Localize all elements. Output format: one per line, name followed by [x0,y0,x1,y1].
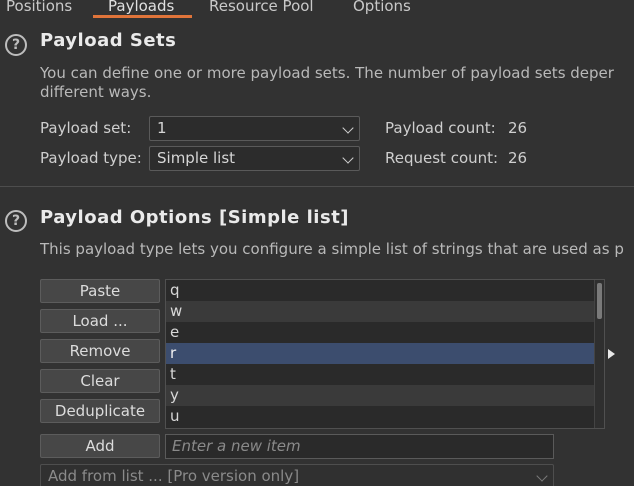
clear-button[interactable]: Clear [40,369,160,393]
payload-sets-description-line2: different ways. [40,83,152,101]
payload-options-title: Payload Options [Simple list] [40,207,350,228]
payload-type-label: Payload type: [40,149,142,167]
load-button[interactable]: Load ... [40,309,160,333]
scrollbar-thumb[interactable] [597,283,602,319]
payload-count-label: Payload count: [385,119,496,137]
payload-list[interactable]: q w e r t y u [165,279,605,429]
payload-options-description: This payload type lets you configure a s… [40,240,624,258]
paste-button[interactable]: Paste [40,279,160,303]
list-item[interactable]: e [166,322,595,343]
active-tab-indicator [93,15,192,18]
list-item[interactable]: t [166,364,595,385]
payload-sets-title: Payload Sets [40,30,177,51]
list-item-selected[interactable]: r [166,343,595,364]
request-count-value: 26 [508,149,528,167]
list-item[interactable]: w [166,301,595,322]
tab-payloads[interactable]: Payloads [108,0,174,16]
chevron-down-icon [342,152,354,164]
intruder-payloads-panel: Positions Payloads Resource Pool Options… [0,0,634,486]
deduplicate-button[interactable]: Deduplicate [40,399,160,423]
remove-button[interactable]: Remove [40,339,160,363]
tab-bar: Positions Payloads Resource Pool Options [0,0,634,18]
request-count-label: Request count: [385,149,499,167]
payload-set-select[interactable]: 1 [149,116,360,141]
tab-options[interactable]: Options [353,0,411,16]
list-item[interactable]: y [166,385,595,406]
add-from-list-value: Add from list ... [Pro version only] [48,467,300,485]
payload-set-label: Payload set: [40,119,132,137]
payload-type-value: Simple list [157,149,236,167]
tab-resource-pool[interactable]: Resource Pool [209,0,314,16]
payload-sets-description-line1: You can define one or more payload sets.… [40,64,614,82]
play-arrow-icon [608,349,615,359]
chevron-down-icon [342,122,354,134]
list-item[interactable]: q [166,280,595,301]
list-item[interactable]: u [166,406,595,427]
add-from-list-select[interactable]: Add from list ... [Pro version only] [40,464,554,486]
list-scrollbar[interactable] [594,280,604,428]
help-icon[interactable]: ? [5,34,27,56]
tab-positions[interactable]: Positions [6,0,72,16]
chevron-down-icon [536,470,548,482]
help-icon[interactable]: ? [5,210,27,232]
add-button[interactable]: Add [40,434,160,458]
payload-set-value: 1 [157,119,167,137]
new-item-input[interactable]: Enter a new item [165,434,554,459]
payload-type-select[interactable]: Simple list [149,146,360,171]
payload-count-value: 26 [508,119,528,137]
section-divider [0,186,634,187]
